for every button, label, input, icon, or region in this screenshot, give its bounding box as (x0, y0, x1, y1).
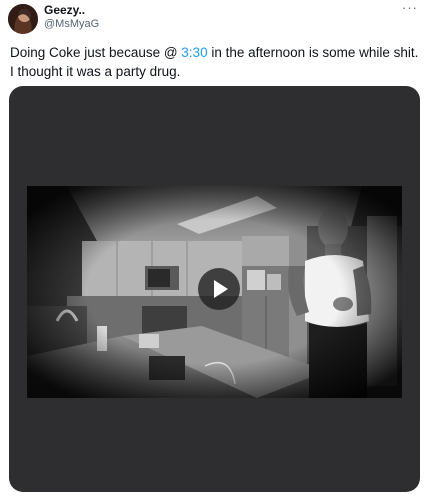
tweet-text: Doing Coke just because @ 3:30 in the af… (10, 43, 420, 81)
avatar-hair (8, 4, 38, 34)
video-player[interactable] (9, 86, 420, 492)
avatar[interactable] (8, 4, 38, 34)
user-info: Geezy.. @MsMyaG (44, 3, 99, 31)
tweet-link[interactable]: 3:30 (181, 45, 207, 60)
display-name[interactable]: Geezy.. (44, 3, 99, 17)
play-icon (214, 280, 228, 298)
more-options-button[interactable]: ··· (402, 1, 418, 14)
play-button[interactable] (198, 268, 240, 310)
tweet-text-part: Doing Coke just because @ (10, 45, 182, 60)
user-handle[interactable]: @MsMyaG (44, 17, 99, 31)
tweet-card: Geezy.. @MsMyaG ··· Doing Coke just beca… (0, 0, 432, 500)
